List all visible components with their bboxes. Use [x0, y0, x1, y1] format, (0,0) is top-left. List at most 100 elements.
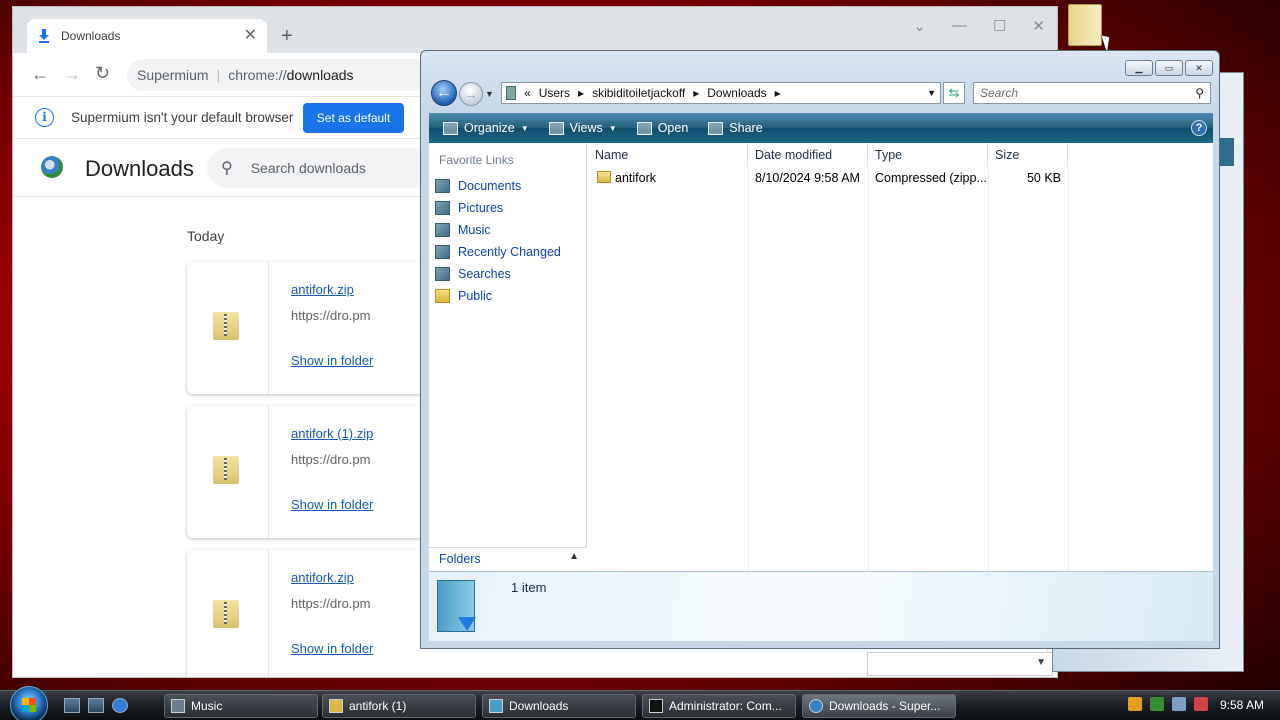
refresh-button[interactable]: ⇆: [943, 82, 965, 104]
downloads-folder-icon: [489, 699, 503, 713]
explorer-forward-button[interactable]: →: [459, 82, 483, 106]
download-item-icon-cell: [187, 406, 269, 538]
bottom-dropdown[interactable]: ▼: [867, 652, 1053, 676]
chevron-down-icon: ▼: [608, 123, 617, 133]
favorite-link-recently-changed[interactable]: Recently Changed: [435, 245, 561, 259]
close-tab-icon[interactable]: ✕: [244, 28, 257, 44]
minimize-button[interactable]: ▁: [1125, 60, 1153, 76]
explorer-address-bar[interactable]: « Users ▸ skibiditoiletjackoff ▸ Downloa…: [501, 82, 941, 104]
folders-toggle[interactable]: Folders ▲: [429, 547, 587, 571]
column-divider: [748, 167, 749, 571]
task-command-prompt[interactable]: Administrator: Com...: [642, 694, 796, 718]
explorer-back-button[interactable]: ←: [431, 80, 457, 106]
minimize-button[interactable]: —: [952, 17, 967, 35]
forward-button[interactable]: →: [63, 65, 81, 83]
browser-tab-strip: Downloads ✕ + ⌄ — ☐ ✕: [13, 7, 1057, 53]
clock[interactable]: 9:58 AM: [1220, 698, 1264, 712]
show-in-folder-link[interactable]: Show in folder: [291, 641, 373, 656]
internet-explorer-icon[interactable]: [112, 698, 128, 713]
browser-tab-downloads[interactable]: Downloads ✕: [27, 19, 267, 53]
browser-tab-title: Downloads: [61, 29, 121, 43]
favorite-links-heading: Favorite Links: [439, 153, 514, 167]
download-file-link[interactable]: antifork (1).zip: [291, 426, 373, 441]
favorite-link-label: Searches: [458, 267, 511, 281]
security-shield-icon[interactable]: [1128, 697, 1142, 711]
show-desktop-icon[interactable]: [64, 698, 80, 713]
breadcrumb-users[interactable]: Users: [539, 86, 570, 100]
share-button[interactable]: Share: [698, 113, 772, 143]
favorite-link-searches[interactable]: Searches: [435, 267, 511, 281]
breadcrumb-separator-icon[interactable]: ▸: [775, 86, 781, 100]
show-in-folder-link[interactable]: Show in folder: [291, 353, 373, 368]
task-music[interactable]: Music: [164, 694, 318, 718]
favorite-link-public[interactable]: Public: [435, 289, 492, 303]
search-icon[interactable]: ⚲: [1195, 86, 1204, 100]
file-size: 50 KB: [1026, 171, 1061, 185]
column-header-type[interactable]: Type: [868, 143, 988, 167]
breadcrumb-overflow[interactable]: «: [524, 86, 531, 100]
new-tab-button[interactable]: +: [281, 25, 293, 48]
start-button[interactable]: [10, 686, 48, 720]
info-icon: i: [35, 108, 54, 127]
dragged-folder-icon[interactable]: [1068, 4, 1102, 46]
breadcrumb-downloads[interactable]: Downloads: [707, 86, 766, 100]
file-name[interactable]: antifork: [608, 167, 663, 189]
close-button[interactable]: ✕: [1032, 17, 1045, 35]
column-divider: [1068, 167, 1069, 571]
column-header-size[interactable]: Size: [988, 143, 1068, 167]
breadcrumb-separator-icon[interactable]: ▸: [693, 86, 699, 100]
column-divider: [988, 167, 989, 571]
switch-windows-icon[interactable]: [88, 698, 104, 713]
download-source: https://dro.pm: [291, 596, 371, 611]
task-supermium[interactable]: Downloads - Super...: [802, 694, 956, 718]
maximize-button[interactable]: ▭: [1155, 60, 1183, 76]
address-divider: |: [216, 67, 221, 83]
quick-launch: [64, 698, 128, 713]
zip-file-icon: [213, 312, 239, 340]
folder-icon: [435, 289, 450, 303]
favorite-link-label: Documents: [458, 179, 522, 193]
breadcrumb-user-folder[interactable]: skibiditoiletjackoff: [592, 86, 685, 100]
organize-button[interactable]: Organize ▼: [433, 113, 539, 143]
supermium-icon: [809, 699, 823, 713]
help-icon[interactable]: ?: [1191, 120, 1207, 136]
dropdown-arrow-icon: ▼: [1036, 657, 1046, 668]
task-antifork[interactable]: antifork (1): [322, 694, 476, 718]
chevron-up-icon: ▲: [569, 551, 579, 562]
back-button[interactable]: ←: [31, 65, 49, 83]
url-host: downloads: [286, 67, 354, 83]
maximize-button[interactable]: ☐: [993, 17, 1006, 35]
favorite-link-music[interactable]: Music: [435, 223, 491, 237]
download-file-link[interactable]: antifork.zip: [291, 570, 354, 585]
volume-muted-icon[interactable]: [1194, 697, 1208, 711]
favorite-link-pictures[interactable]: Pictures: [435, 201, 503, 215]
views-label: Views: [569, 121, 603, 135]
address-dropdown-icon[interactable]: ▼: [927, 88, 936, 98]
views-button[interactable]: Views ▼: [539, 113, 627, 143]
task-label: Music: [191, 699, 223, 713]
column-header-date[interactable]: Date modified: [748, 143, 868, 167]
download-item-icon-cell: [187, 550, 269, 677]
favorite-link-label: Public: [458, 289, 493, 303]
close-button[interactable]: ✕: [1185, 60, 1213, 76]
reload-button[interactable]: ↻: [95, 64, 110, 82]
show-in-folder-link[interactable]: Show in folder: [291, 497, 373, 512]
chevron-down-icon: ▼: [520, 123, 529, 133]
favorite-link-label: Pictures: [458, 201, 504, 215]
explorer-search-input[interactable]: [980, 86, 1196, 100]
column-header-name[interactable]: Name: [588, 143, 748, 167]
download-file-link[interactable]: antifork.zip: [291, 282, 354, 297]
share-label: Share: [729, 121, 763, 135]
checkmark-icon[interactable]: [1150, 697, 1164, 711]
network-icon[interactable]: [1172, 697, 1186, 711]
set-default-button[interactable]: Set as default: [303, 103, 404, 133]
chevron-down-icon[interactable]: ⌄: [913, 17, 926, 35]
explorer-search-box[interactable]: ⚲: [973, 82, 1211, 104]
url-scheme: chrome://: [228, 67, 287, 83]
breadcrumb-separator-icon[interactable]: ▸: [578, 86, 584, 100]
taskbar: Music antifork (1) Downloads Administrat…: [0, 686, 1280, 720]
task-downloads[interactable]: Downloads: [482, 694, 636, 718]
open-button[interactable]: Open: [627, 113, 699, 143]
favorite-link-documents[interactable]: Documents: [435, 179, 521, 193]
recent-pages-dropdown-icon[interactable]: ▼: [485, 89, 494, 99]
